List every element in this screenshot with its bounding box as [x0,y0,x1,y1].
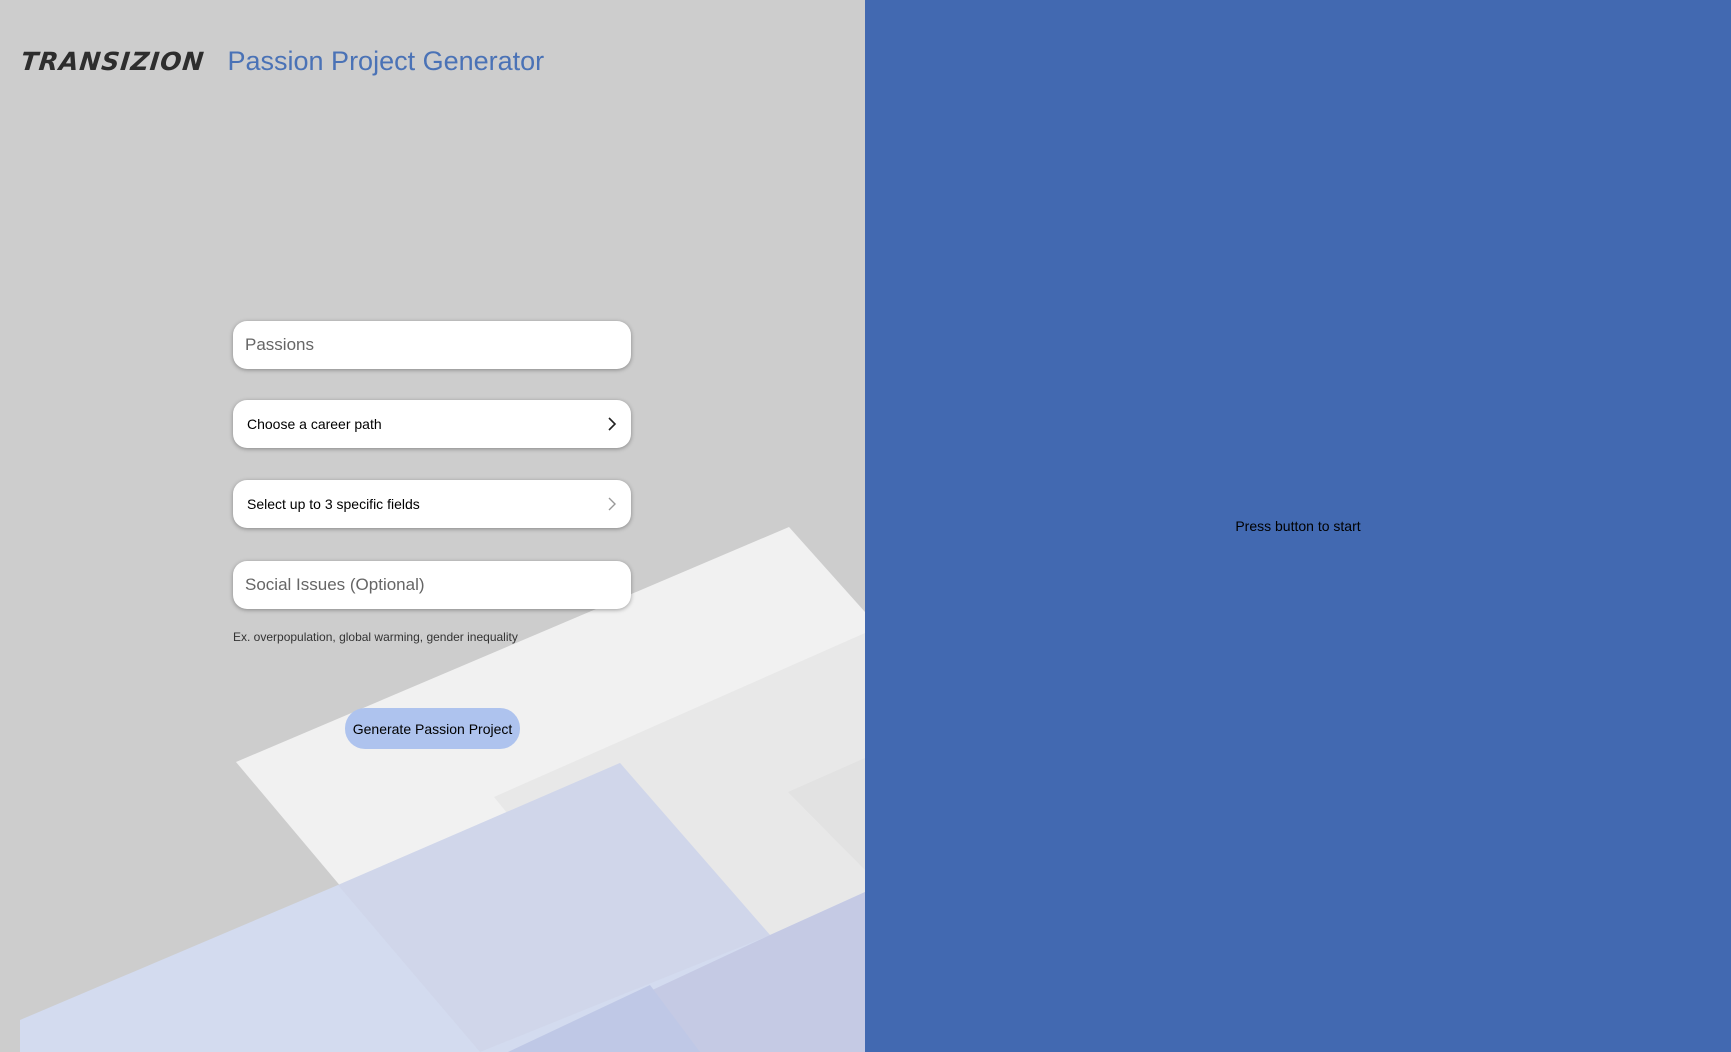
transizion-logo: TRANSIZION [19,47,207,76]
social-issues-field [233,561,631,609]
passions-input[interactable] [233,321,631,369]
specific-fields-label: Select up to 3 specific fields [247,496,420,512]
page: TRANSIZION Passion Project Generator Cho… [0,0,1731,1052]
generate-passion-project-button[interactable]: Generate Passion Project [345,708,520,749]
chevron-right-icon [607,417,617,431]
social-issues-hint: Ex. overpopulation, global warming, gend… [233,630,518,644]
input-panel: TRANSIZION Passion Project Generator Cho… [0,0,865,1052]
social-issues-input[interactable] [233,561,631,609]
chevron-right-icon [607,497,617,511]
specific-fields-select[interactable]: Select up to 3 specific fields [233,480,631,528]
app-header: TRANSIZION Passion Project Generator [19,46,545,76]
output-panel: Press button to start [865,0,1731,1052]
output-status-text: Press button to start [1235,518,1361,534]
page-title: Passion Project Generator [227,46,545,76]
passions-field [233,321,631,369]
career-path-label: Choose a career path [247,416,382,432]
career-path-select[interactable]: Choose a career path [233,400,631,448]
